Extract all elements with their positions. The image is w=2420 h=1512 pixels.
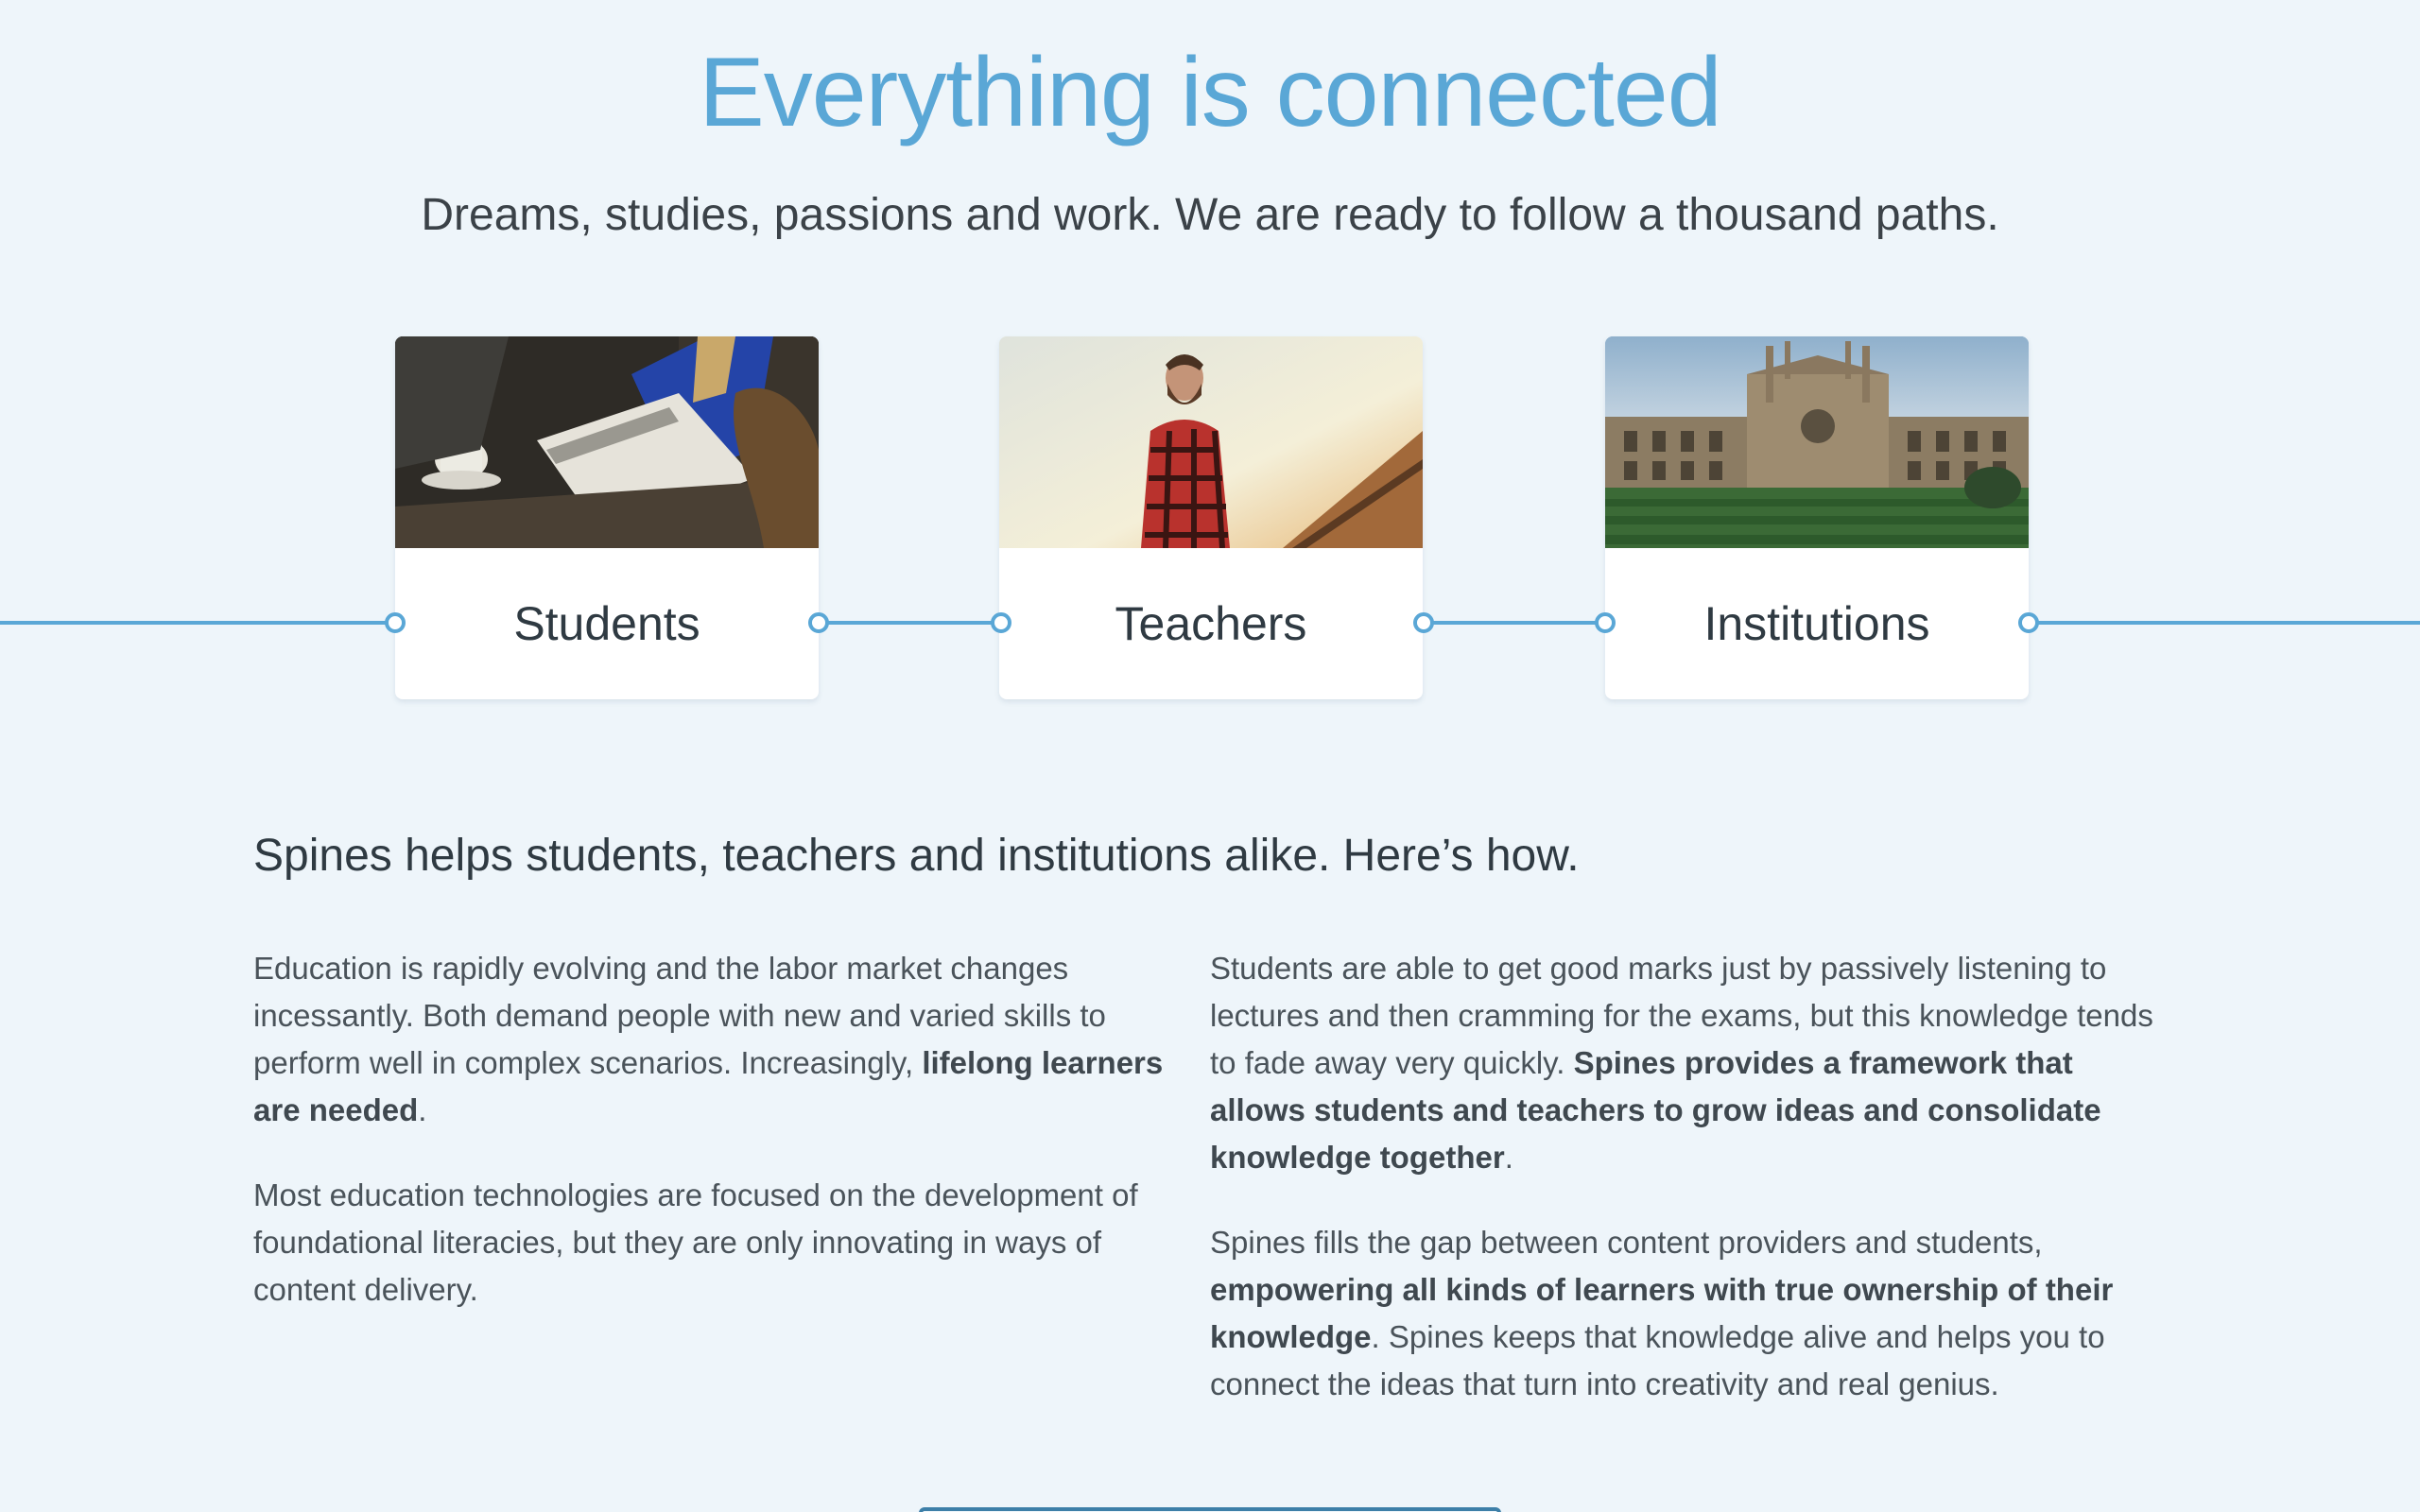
cta-button[interactable]: [919, 1507, 1501, 1512]
timeline-node: [1595, 612, 1616, 633]
timeline-line-right: [2029, 621, 2420, 625]
card-label-teachers: Teachers: [1115, 597, 1307, 650]
right-paragraph-2: Spines fills the gap between content pro…: [1210, 1219, 2155, 1408]
card-label-institutions: Institutions: [1703, 597, 1930, 650]
card-institutions[interactable]: Institutions: [1605, 336, 2029, 699]
timeline-node: [808, 612, 829, 633]
card-teachers[interactable]: Teachers: [999, 336, 1423, 699]
institution-photo-art: [1605, 336, 2029, 548]
left-paragraph-1: Education is rapidly evolving and the la…: [253, 945, 1189, 1134]
landing-page: Everything is connected Dreams, studies,…: [0, 0, 2420, 1512]
teacher-photo-art: [999, 336, 1423, 548]
timeline-line-1: [819, 621, 1002, 625]
timeline-node: [2018, 612, 2039, 633]
teacher-photo: [999, 336, 1423, 548]
right-p2-text: Spines fills the gap between content pro…: [1210, 1225, 2043, 1260]
right-paragraph-1: Students are able to get good marks just…: [1210, 945, 2155, 1181]
left-paragraph-2: Most education technologies are focused …: [253, 1172, 1189, 1314]
timeline-node: [991, 612, 1011, 633]
section-heading: Spines helps students, teachers and inst…: [253, 831, 1580, 881]
left-column: Education is rapidly evolving and the la…: [253, 945, 1189, 1351]
right-p1-end: .: [1504, 1140, 1513, 1175]
students-photo: [395, 336, 819, 548]
timeline-node: [385, 612, 406, 633]
timeline-line-2: [1424, 621, 1605, 625]
card-label-students: Students: [513, 597, 700, 650]
timeline-node: [1413, 612, 1434, 633]
page-title: Everything is connected: [699, 38, 1721, 147]
left-p1-end: .: [418, 1092, 427, 1127]
institution-photo: [1605, 336, 2029, 548]
right-column: Students are able to get good marks just…: [1210, 945, 2155, 1446]
page-subtitle: Dreams, studies, passions and work. We a…: [421, 190, 1999, 240]
left-p2-text: Most education technologies are focused …: [253, 1177, 1138, 1307]
timeline-line-left: [0, 621, 395, 625]
card-students[interactable]: Students: [395, 336, 819, 699]
students-photo-art: [395, 336, 819, 548]
